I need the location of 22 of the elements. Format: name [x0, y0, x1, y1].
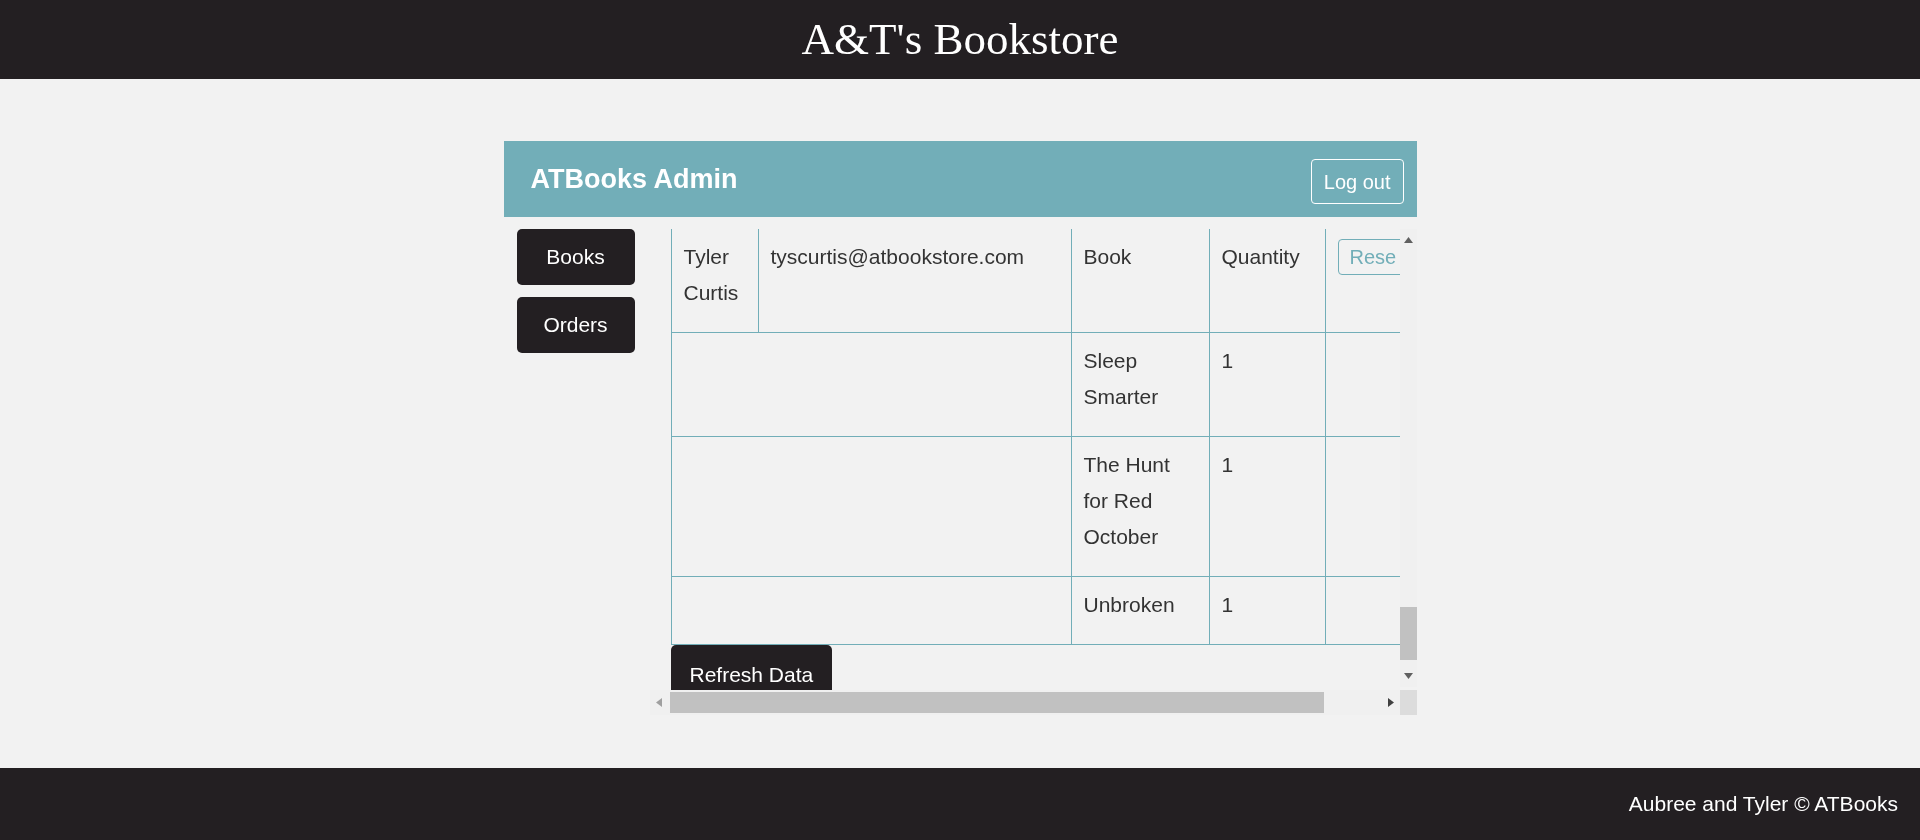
scroll-left-icon[interactable]: [655, 698, 662, 707]
scroll-up-icon[interactable]: [1403, 237, 1413, 243]
footer-text: Aubree and Tyler © ATBooks: [1628, 791, 1898, 818]
site-title: A&T's Bookstore: [801, 12, 1119, 66]
book-title: The Hunt for Red October: [1083, 453, 1170, 548]
nav-button[interactable]: Orders: [516, 297, 635, 353]
book-title: Unbroken: [1083, 593, 1175, 616]
quantity: 1: [1221, 349, 1234, 372]
quantity: 1: [1221, 593, 1234, 616]
book-title: Sleep Smarter: [1083, 349, 1159, 408]
refresh-button[interactable]: Refresh Data: [670, 645, 833, 690]
column-heading: Quantity: [1221, 245, 1300, 268]
scroll-down-icon[interactable]: [1403, 673, 1413, 679]
scrollbar-thumb[interactable]: [669, 692, 1324, 713]
scrollbar-thumb[interactable]: [1399, 607, 1417, 660]
column-heading: Book: [1083, 245, 1132, 268]
panel-title: ATBooks Admin: [530, 162, 738, 196]
customer-email: tyscurtis@atbookstore.com: [770, 245, 1025, 268]
scroll-right-icon[interactable]: [1387, 698, 1394, 707]
quantity: 1: [1221, 453, 1234, 476]
nav-button[interactable]: Books: [516, 229, 635, 285]
customer-name: Tyler Curtis: [683, 245, 739, 304]
